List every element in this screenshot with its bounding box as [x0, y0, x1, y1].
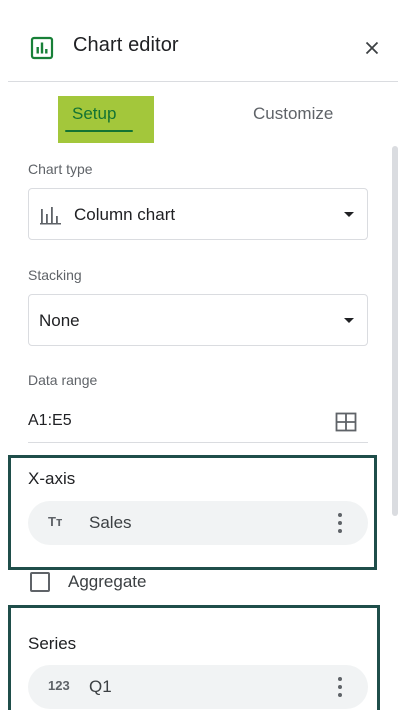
data-range-field[interactable]: A1:E5 [28, 407, 368, 443]
series-chip-label: Q1 [89, 677, 112, 696]
chart-editor-icon [30, 36, 54, 60]
data-range-value: A1:E5 [28, 412, 72, 429]
chart-editor-panel: Chart editor Setup Customize Chart type … [8, 14, 398, 710]
x-axis-title: X-axis [28, 469, 76, 488]
stacking-label: Stacking [28, 267, 82, 283]
stacking-value: None [39, 311, 80, 330]
setup-tab-indicator [65, 130, 133, 132]
tab-customize[interactable]: Customize [253, 104, 333, 124]
aggregate-checkbox[interactable] [30, 572, 50, 592]
series-title: Series [28, 634, 77, 653]
close-icon[interactable] [360, 36, 384, 60]
chart-editor-title: Chart editor [73, 34, 179, 56]
stacking-dropdown[interactable]: None [28, 294, 368, 346]
chart-editor-header: Chart editor [8, 14, 398, 82]
more-options-icon[interactable] [333, 675, 347, 699]
aggregate-label: Aggregate [68, 572, 147, 591]
chevron-down-icon [344, 318, 354, 323]
series-chip-q1[interactable]: 123 Q1 [28, 665, 368, 709]
more-options-icon[interactable] [333, 511, 347, 535]
chart-type-value: Column chart [74, 205, 176, 224]
tab-setup[interactable]: Setup [72, 104, 116, 124]
data-range-label: Data range [28, 372, 98, 388]
scrollbar-thumb[interactable] [392, 146, 398, 516]
number-type-icon: 123 [48, 678, 70, 693]
text-type-icon: Tт [48, 514, 63, 529]
x-axis-chip-sales[interactable]: Tт Sales [28, 501, 368, 545]
grid-select-icon[interactable] [335, 411, 357, 433]
x-axis-chip-label: Sales [89, 513, 132, 532]
column-chart-icon [40, 205, 62, 225]
chart-type-label: Chart type [28, 161, 93, 177]
chart-type-dropdown[interactable]: Column chart [28, 188, 368, 240]
chevron-down-icon [344, 212, 354, 217]
